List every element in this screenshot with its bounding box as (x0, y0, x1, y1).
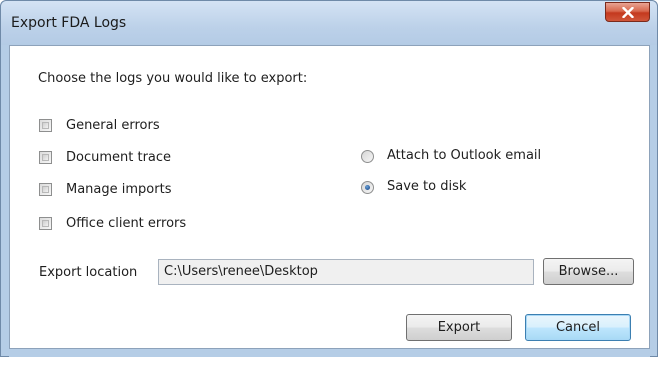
document-trace-checkbox[interactable] (39, 151, 52, 164)
dialog-body (9, 45, 650, 349)
general-errors-label[interactable]: General errors (66, 118, 160, 133)
save-to-disk-label[interactable]: Save to disk (387, 179, 466, 194)
export-location-input[interactable]: C:\Users\renee\Desktop (158, 259, 534, 285)
office-client-errors-label[interactable]: Office client errors (66, 216, 186, 231)
general-errors-checkbox[interactable] (39, 119, 52, 132)
window-bottom-frame (9, 349, 650, 357)
manage-imports-checkbox[interactable] (39, 183, 52, 196)
close-button[interactable] (605, 2, 650, 22)
attach-outlook-radio[interactable] (361, 150, 374, 163)
window-title: Export FDA Logs (11, 15, 127, 31)
cancel-button[interactable]: Cancel (525, 314, 631, 341)
office-client-errors-checkbox[interactable] (39, 217, 52, 230)
export-button[interactable]: Export (406, 314, 512, 341)
manage-imports-label[interactable]: Manage imports (66, 182, 171, 197)
export-fda-logs-dialog: Export FDA Logs Choose the logs you woul… (0, 0, 658, 357)
radio-selected-dot (365, 185, 370, 190)
save-to-disk-radio[interactable] (361, 181, 374, 194)
instructions-label: Choose the logs you would like to export… (38, 71, 308, 86)
close-icon (621, 6, 634, 18)
browse-button[interactable]: Browse... (543, 258, 634, 285)
document-trace-label[interactable]: Document trace (66, 150, 171, 165)
attach-outlook-label[interactable]: Attach to Outlook email (387, 148, 541, 163)
export-location-label: Export location (39, 265, 138, 280)
title-bar[interactable]: Export FDA Logs (1, 1, 657, 45)
